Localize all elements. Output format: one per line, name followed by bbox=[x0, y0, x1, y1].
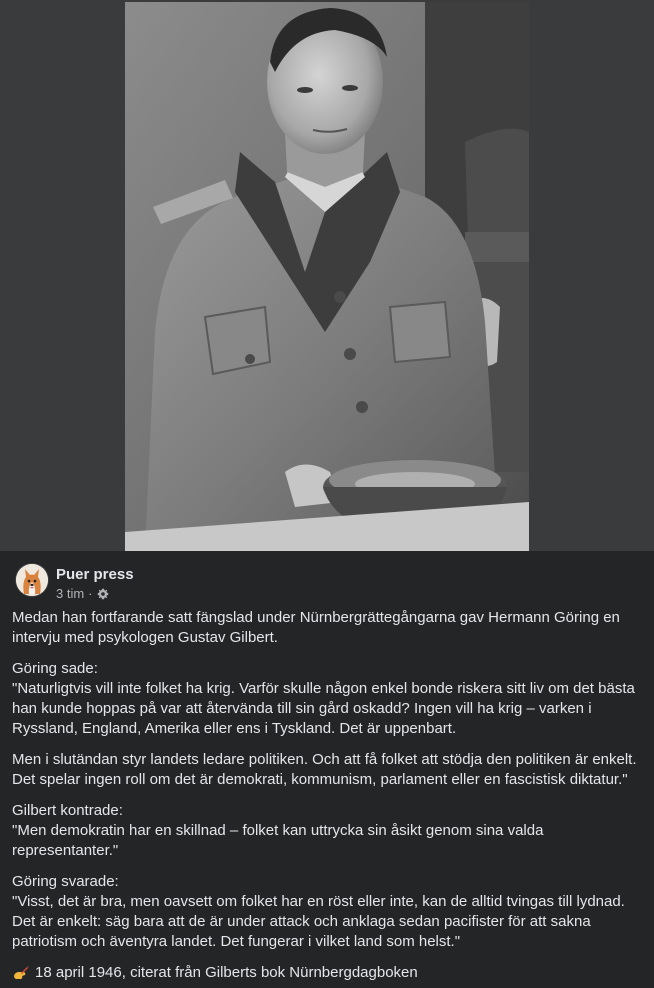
quote-paragraph: Men i slutändan styr landets ledare poli… bbox=[12, 751, 637, 788]
quote-paragraph: "Naturligtvis vill inte folket ha krig. … bbox=[12, 680, 635, 737]
goring-reply-block: Göring svarade: "Visst, det är bra, men … bbox=[12, 872, 644, 952]
black-and-white-portrait-image bbox=[125, 2, 529, 551]
source-line: 18 april 1946, citerat från Gilberts bok… bbox=[12, 963, 644, 983]
author-name-link[interactable]: Puer press bbox=[56, 566, 134, 584]
post-photo-area[interactable] bbox=[0, 0, 654, 551]
post-card: Puer press 3 tim · Medan han fortfarande… bbox=[0, 551, 654, 981]
post-body: Medan han fortfarande satt fängslad unde… bbox=[12, 608, 644, 983]
post-photo[interactable] bbox=[125, 2, 529, 551]
goring-statement-block: Göring sade: "Naturligtvis vill inte fol… bbox=[12, 659, 644, 739]
post-meta: 3 tim · bbox=[56, 586, 109, 602]
speaker-label: Göring svarade: bbox=[12, 873, 119, 890]
speaker-label: Gilbert kontrade: bbox=[12, 802, 123, 819]
post-paragraph-intro: Medan han fortfarande satt fängslad unde… bbox=[12, 609, 620, 646]
gear-icon[interactable] bbox=[97, 588, 109, 600]
gilbert-statement-block: Gilbert kontrade: "Men demokratin har en… bbox=[12, 801, 644, 861]
author-avatar[interactable] bbox=[16, 564, 48, 596]
source-text: 18 april 1946, citerat från Gilberts bok… bbox=[35, 964, 418, 981]
quote-paragraph: "Visst, det är bra, men oavsett om folke… bbox=[12, 893, 625, 950]
corgi-dog-icon bbox=[16, 564, 48, 596]
post-timestamp-link[interactable]: 3 tim bbox=[56, 586, 84, 602]
speaker-label: Göring sade: bbox=[12, 660, 98, 677]
writing-hand-icon bbox=[12, 964, 30, 982]
quote-paragraph: "Men demokratin har en skillnad – folket… bbox=[12, 822, 544, 859]
meta-separator: · bbox=[88, 586, 93, 601]
